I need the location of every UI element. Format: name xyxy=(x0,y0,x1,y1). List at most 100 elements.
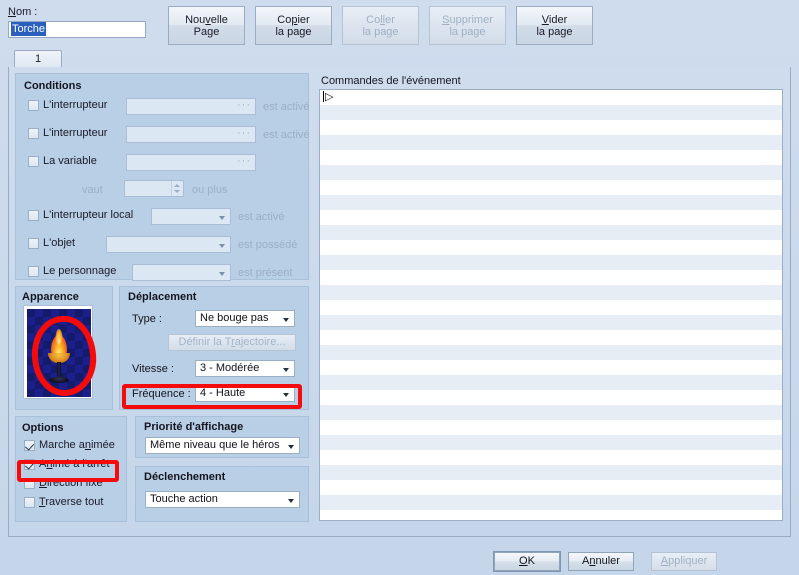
commandes-row[interactable] xyxy=(320,255,782,270)
condition-switch2-checkbox[interactable] xyxy=(28,128,39,139)
option-through-checkbox[interactable] xyxy=(24,497,35,508)
variable-value-label: vaut xyxy=(82,184,103,196)
option-walk-anim-checkbox[interactable] xyxy=(24,440,35,451)
delete-page-button-line1: Supprimer xyxy=(442,13,493,26)
flame-tip-shape xyxy=(55,329,63,345)
event-editor-dialog: Nom : Torche Nouvelle Page Copier la pag… xyxy=(0,0,799,575)
commandes-row[interactable] xyxy=(320,420,782,435)
deplacement-title: Déplacement xyxy=(128,291,197,303)
commandes-row-0[interactable]: ▷ xyxy=(320,90,782,105)
condition-switch2-field[interactable]: ··· xyxy=(126,126,256,143)
condition-item-combo[interactable] xyxy=(106,236,231,253)
commandes-row[interactable] xyxy=(320,225,782,240)
condition-actor-label: Le personnage xyxy=(43,265,117,277)
condition-switch1-label: L'interrupteur xyxy=(43,99,108,111)
conditions-group: Conditions L'interrupteur ··· est activé… xyxy=(15,73,309,281)
condition-variable-field[interactable]: ··· xyxy=(126,154,256,171)
paste-page-button[interactable]: Coller la page xyxy=(342,6,419,45)
condition-actor-combo[interactable] xyxy=(132,264,231,281)
movement-speed-value: 3 - Modérée xyxy=(200,362,260,374)
define-route-button[interactable]: Définir la Trajectoire... xyxy=(168,334,296,351)
movement-frequency-combo[interactable]: 4 - Haute xyxy=(195,385,295,402)
commandes-list[interactable]: ▷ xyxy=(319,89,783,521)
movement-frequency-label: Fréquence : xyxy=(132,388,191,400)
condition-switch1-field[interactable]: ··· xyxy=(126,98,256,115)
clear-page-button-line2: la page xyxy=(536,25,573,38)
delete-page-button[interactable]: Supprimer la page xyxy=(429,6,506,45)
condition-local-switch-checkbox[interactable] xyxy=(28,210,39,221)
commandes-row[interactable] xyxy=(320,105,782,120)
commandes-row[interactable] xyxy=(320,360,782,375)
conditions-title: Conditions xyxy=(24,80,82,92)
commandes-row[interactable] xyxy=(320,495,782,510)
paste-page-button-line2: la page xyxy=(362,25,399,38)
options-group: Options Marche animée Animé à l'arrêt Di… xyxy=(15,416,127,522)
chevron-down-icon xyxy=(288,499,294,503)
condition-switch1-checkbox[interactable] xyxy=(28,100,39,111)
condition-actor-suffix: est présent xyxy=(238,267,293,279)
commandes-row[interactable] xyxy=(320,285,782,300)
condition-actor-checkbox[interactable] xyxy=(28,266,39,277)
declenchement-value: Touche action xyxy=(150,493,218,505)
commandes-row[interactable] xyxy=(320,390,782,405)
commandes-row[interactable] xyxy=(320,330,782,345)
option-fixed-direction-checkbox[interactable] xyxy=(24,478,35,489)
condition-switch2-label: L'interrupteur xyxy=(43,127,108,139)
tab-page-1[interactable]: 1 xyxy=(14,50,62,68)
chevron-down-icon xyxy=(219,216,225,220)
commandes-row[interactable] xyxy=(320,270,782,285)
commandes-row[interactable] xyxy=(320,405,782,420)
clear-page-button[interactable]: Vider la page xyxy=(516,6,593,45)
stepper-down-icon[interactable] xyxy=(174,190,180,193)
priorite-combo[interactable]: Même niveau que le héros xyxy=(145,437,300,454)
movement-speed-label: Vitesse : xyxy=(132,363,174,375)
commandes-row[interactable] xyxy=(320,450,782,465)
apparence-sprite-button[interactable] xyxy=(23,305,93,399)
ok-button[interactable]: OK xyxy=(494,552,560,571)
commandes-row[interactable] xyxy=(320,480,782,495)
delete-page-button-line2: la page xyxy=(449,25,486,38)
condition-local-switch-combo[interactable] xyxy=(151,208,231,225)
commandes-row[interactable] xyxy=(320,435,782,450)
commandes-row[interactable] xyxy=(320,345,782,360)
new-page-button[interactable]: Nouvelle Page xyxy=(168,6,245,45)
commandes-row[interactable] xyxy=(320,150,782,165)
name-input[interactable]: Torche xyxy=(8,21,146,38)
commandes-row[interactable] xyxy=(320,240,782,255)
declenchement-combo[interactable]: Touche action xyxy=(145,491,300,508)
paste-page-button-line1: Coller xyxy=(366,13,395,26)
variable-value-stepper[interactable] xyxy=(124,180,184,197)
cancel-button[interactable]: Annuler xyxy=(568,552,634,571)
commandes-row[interactable] xyxy=(320,300,782,315)
commandes-row[interactable] xyxy=(320,210,782,225)
movement-frequency-value: 4 - Haute xyxy=(200,387,246,399)
deplacement-group: Déplacement Type : Ne bouge pas Définir … xyxy=(119,286,309,410)
stepper-up-icon[interactable] xyxy=(174,184,180,187)
condition-switch1-ellipsis-icon[interactable]: ··· xyxy=(237,98,251,113)
torch-sprite xyxy=(27,309,91,397)
commandes-row[interactable] xyxy=(320,165,782,180)
commandes-row[interactable] xyxy=(320,180,782,195)
movement-type-combo[interactable]: Ne bouge pas xyxy=(195,310,295,327)
movement-speed-combo[interactable]: 3 - Modérée xyxy=(195,360,295,377)
commandes-row[interactable] xyxy=(320,135,782,150)
option-stop-anim-checkbox[interactable] xyxy=(24,459,35,470)
condition-item-checkbox[interactable] xyxy=(28,238,39,249)
chevron-down-icon xyxy=(288,445,294,449)
condition-switch2-ellipsis-icon[interactable]: ··· xyxy=(237,126,251,141)
chevron-down-icon xyxy=(283,393,289,397)
apply-button[interactable]: Appliquer xyxy=(651,552,717,571)
commandes-row[interactable] xyxy=(320,120,782,135)
commandes-row[interactable] xyxy=(320,465,782,480)
commandes-row[interactable] xyxy=(320,375,782,390)
condition-variable-ellipsis-icon[interactable]: ··· xyxy=(237,154,251,169)
commandes-row[interactable] xyxy=(320,315,782,330)
commandes-row[interactable] xyxy=(320,510,782,520)
commandes-row[interactable] xyxy=(320,195,782,210)
priorite-title: Priorité d'affichage xyxy=(144,421,244,433)
condition-variable-checkbox[interactable] xyxy=(28,156,39,167)
priorite-group: Priorité d'affichage Même niveau que le … xyxy=(135,416,309,458)
copy-page-button[interactable]: Copier la page xyxy=(255,6,332,45)
chevron-down-icon xyxy=(219,272,225,276)
chevron-down-icon xyxy=(219,244,225,248)
